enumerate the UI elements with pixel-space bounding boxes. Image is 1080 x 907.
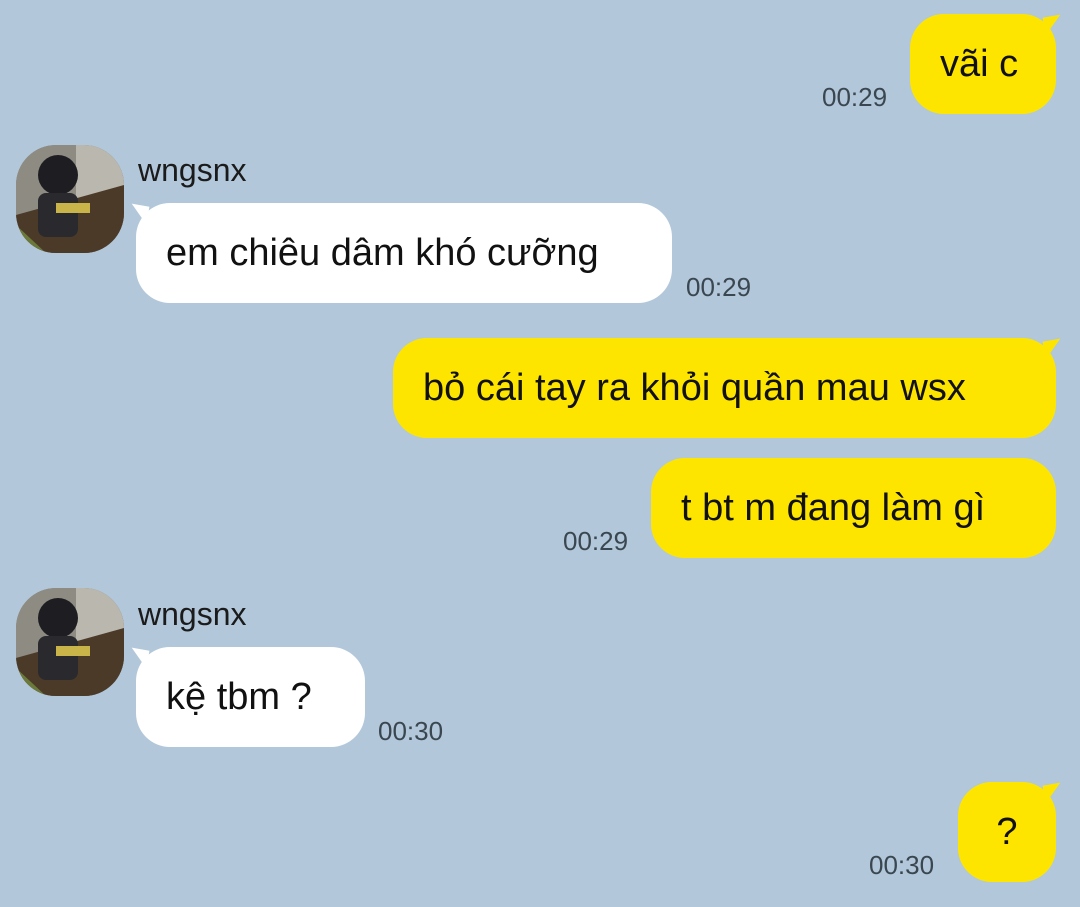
my-message-bubble[interactable]: ?	[958, 782, 1056, 882]
chat-message-list[interactable]: vãi c 00:29 wngsnx em chiêu dâm khó cưỡn…	[0, 0, 1080, 907]
their-message-bubble[interactable]: em chiêu dâm khó cưỡng	[136, 203, 672, 303]
message-time: 00:30	[378, 716, 444, 746]
message-time: 00:29	[686, 272, 752, 302]
message-text: vãi c	[940, 43, 1019, 85]
profile-photo-avatar	[16, 145, 124, 253]
message-time: 00:29	[822, 82, 888, 112]
sender-name: wngsnx	[138, 596, 247, 632]
profile-photo-avatar	[16, 588, 124, 696]
contact-avatar[interactable]	[16, 145, 124, 253]
message-text: ?	[996, 811, 1018, 853]
my-message-bubble[interactable]: t bt m đang làm gì	[651, 458, 1056, 558]
message-text: em chiêu dâm khó cưỡng	[166, 232, 599, 274]
my-message-bubble[interactable]: bỏ cái tay ra khỏi quần mau wsx	[393, 338, 1056, 438]
my-message-bubble[interactable]: vãi c	[910, 14, 1056, 114]
their-message-bubble[interactable]: kệ tbm ?	[136, 647, 365, 747]
message-text: bỏ cái tay ra khỏi quần mau wsx	[423, 367, 966, 409]
message-text: t bt m đang làm gì	[681, 487, 986, 529]
message-time: 00:29	[563, 526, 629, 556]
message-text: kệ tbm ?	[166, 676, 312, 718]
message-time: 00:30	[869, 850, 935, 880]
sender-name: wngsnx	[138, 152, 247, 188]
contact-avatar[interactable]	[16, 588, 124, 696]
